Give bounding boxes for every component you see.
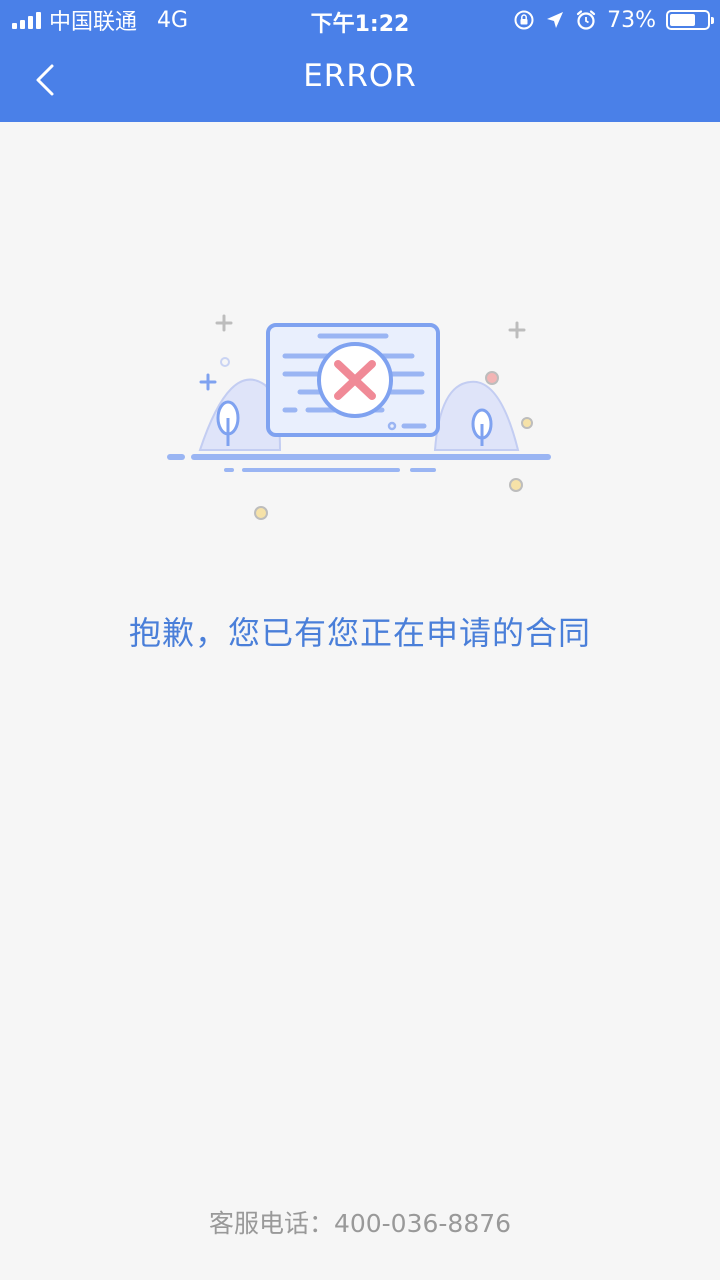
battery-fill: [670, 14, 696, 26]
customer-service-hotline: 客服电话：400-036-8876: [208, 1209, 512, 1238]
error-document-icon: [167, 314, 551, 520]
app-header: 中国联通 4G 下午1:22 73% ERROR: [0, 0, 720, 122]
location-arrow-icon: [547, 12, 564, 28]
battery-tip: [711, 17, 714, 24]
error-message: 抱歉，您已有您正在申请的合同: [128, 614, 591, 652]
battery-icon: [666, 10, 714, 30]
status-right: 73%: [513, 6, 714, 34]
battery-percent: 73%: [607, 7, 656, 33]
status-bar: 中国联通 4G 下午1:22 73%: [0, 0, 720, 40]
orientation-lock-icon: [514, 10, 534, 30]
page-title: ERROR: [303, 58, 417, 94]
alarm-icon: [576, 10, 596, 30]
